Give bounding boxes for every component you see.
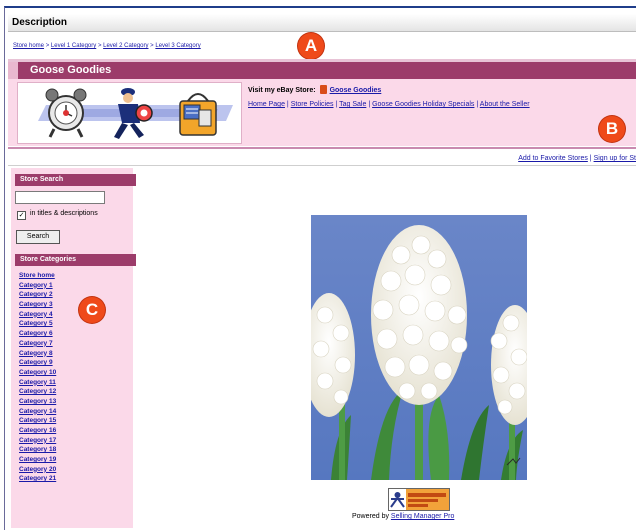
description-bar: Description bbox=[8, 14, 636, 32]
store-categories-heading: Store Categories bbox=[15, 254, 136, 266]
visit-label: Visit my eBay Store: bbox=[248, 87, 316, 94]
nav-home-page[interactable]: Home Page bbox=[248, 101, 285, 108]
header-divider bbox=[8, 147, 636, 149]
powered-by-label: Powered by bbox=[352, 513, 389, 520]
nav-store-policies[interactable]: Store Policies bbox=[291, 101, 334, 108]
alarm-clock-icon bbox=[45, 88, 87, 138]
category-item[interactable]: Category 19 bbox=[19, 455, 56, 465]
store-search-input[interactable] bbox=[15, 191, 105, 204]
category-item[interactable]: Category 5 bbox=[19, 319, 56, 329]
category-item[interactable]: Category 9 bbox=[19, 358, 56, 368]
marker-b: B bbox=[599, 116, 625, 142]
breadcrumb-level-3[interactable]: Level 3 Category bbox=[155, 43, 200, 49]
category-item[interactable]: Category 3 bbox=[19, 300, 56, 310]
category-item[interactable]: Category 12 bbox=[19, 387, 56, 397]
category-item[interactable]: Category 18 bbox=[19, 445, 56, 455]
hyacinth-product-image bbox=[311, 215, 527, 480]
category-item[interactable]: Category 20 bbox=[19, 465, 56, 475]
category-item[interactable]: Category 1 bbox=[19, 281, 56, 291]
powered-by-line: Powered by Selling Manager Pro bbox=[352, 513, 454, 520]
breadcrumb: Store home > Level 1 Category > Level 2 … bbox=[13, 43, 201, 49]
category-item[interactable]: Category 10 bbox=[19, 368, 56, 378]
category-item[interactable]: Category 7 bbox=[19, 339, 56, 349]
breadcrumb-level-1[interactable]: Level 1 Category bbox=[51, 43, 96, 49]
signup-link[interactable]: Sign up for St bbox=[594, 155, 636, 162]
store-logo-banner bbox=[17, 82, 242, 144]
favorite-links: Add to Favorite Stores | Sign up for St bbox=[518, 155, 636, 162]
nav-tag-sale[interactable]: Tag Sale bbox=[339, 101, 366, 108]
store-nav-links: Home Page | Store Policies | Tag Sale | … bbox=[248, 101, 530, 108]
titles-descriptions-checkbox[interactable]: ✓ bbox=[17, 211, 26, 220]
visit-store-line: Visit my eBay Store: Goose Goodies bbox=[248, 85, 381, 94]
category-item[interactable]: Category 14 bbox=[19, 407, 56, 417]
category-list: Store home Category 1 Category 2 Categor… bbox=[19, 271, 56, 484]
store-search-heading: Store Search bbox=[15, 174, 136, 186]
store-name: Goose Goodies bbox=[30, 64, 112, 76]
category-item[interactable]: Category 15 bbox=[19, 416, 56, 426]
add-favorite-link[interactable]: Add to Favorite Stores bbox=[518, 155, 588, 162]
category-item[interactable]: Category 21 bbox=[19, 474, 56, 484]
titles-descriptions-label: in titles & descriptions bbox=[30, 210, 98, 217]
content-divider bbox=[8, 165, 636, 166]
category-item[interactable]: Category 17 bbox=[19, 436, 56, 446]
breadcrumb-level-2[interactable]: Level 2 Category bbox=[103, 43, 148, 49]
category-item[interactable]: Category 2 bbox=[19, 290, 56, 300]
category-item[interactable]: Category 4 bbox=[19, 310, 56, 320]
goose-goodies-logo-graphic bbox=[38, 88, 233, 139]
nav-about-seller[interactable]: About the Seller bbox=[480, 101, 530, 108]
selling-manager-pro-logo bbox=[388, 488, 450, 511]
marker-a: A bbox=[298, 33, 324, 59]
category-item[interactable]: Category 13 bbox=[19, 397, 56, 407]
selling-manager-pro-link[interactable]: Selling Manager Pro bbox=[391, 513, 454, 520]
category-item[interactable]: Category 16 bbox=[19, 426, 56, 436]
shopping-bag-icon bbox=[179, 93, 217, 136]
ebay-store-icon bbox=[319, 85, 327, 94]
visit-store-link[interactable]: Goose Goodies bbox=[330, 87, 382, 94]
category-item[interactable]: Category 11 bbox=[19, 378, 56, 388]
description-label: Description bbox=[12, 17, 68, 28]
breadcrumb-store-home[interactable]: Store home bbox=[13, 43, 44, 49]
store-header-bar: Goose Goodies bbox=[8, 59, 636, 79]
search-button[interactable]: Search bbox=[16, 230, 60, 244]
category-item[interactable]: Store home bbox=[19, 271, 56, 281]
marker-c: C bbox=[79, 297, 105, 323]
nav-holiday-specials[interactable]: Goose Goodies Holiday Specials bbox=[372, 101, 474, 108]
category-item[interactable]: Category 8 bbox=[19, 349, 56, 359]
category-item[interactable]: Category 6 bbox=[19, 329, 56, 339]
